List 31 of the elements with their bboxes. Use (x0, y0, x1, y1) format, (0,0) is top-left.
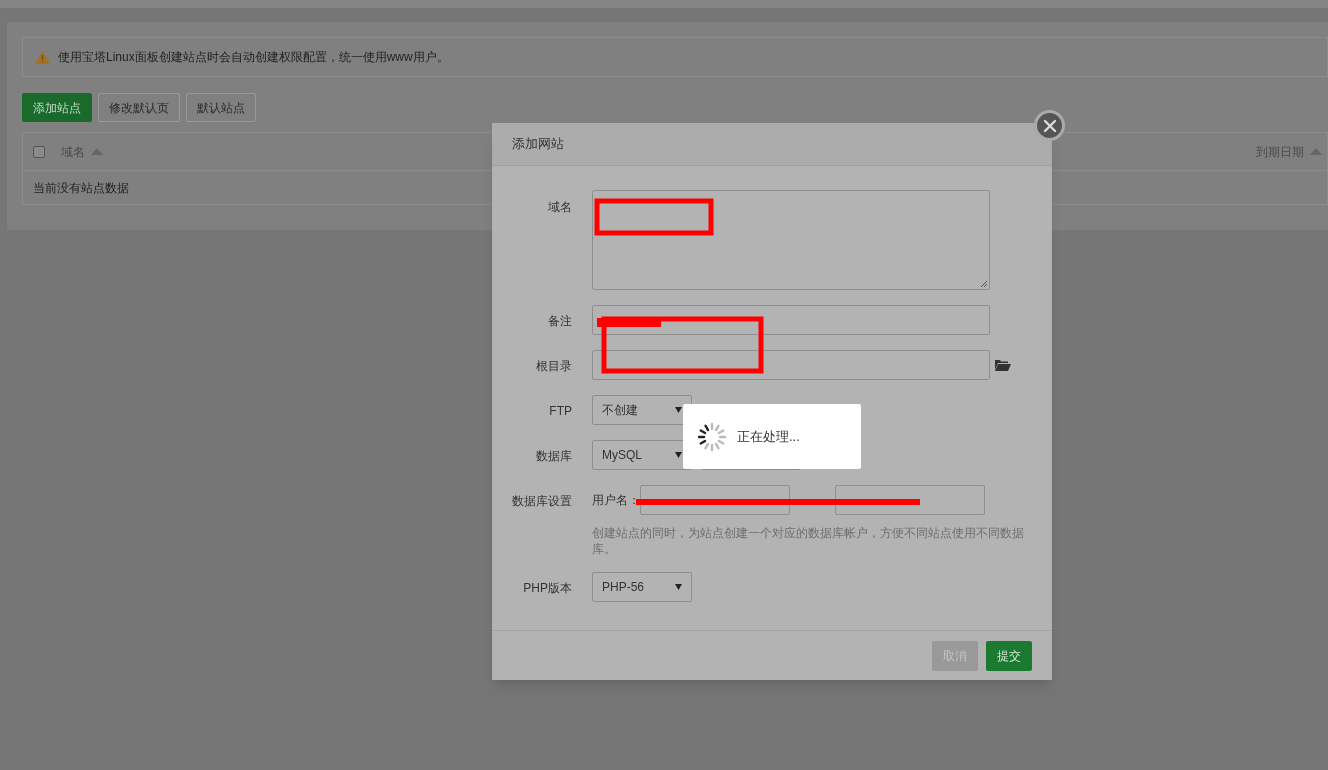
sort-arrow-icon[interactable] (91, 148, 103, 155)
field-label: 根目录 (536, 359, 572, 373)
field-label: 备注 (548, 314, 572, 328)
textarea-field[interactable] (592, 190, 990, 290)
loading-text: 正在处理... (737, 427, 800, 446)
dialog-title: 添加网站 (512, 135, 564, 154)
field-label: 数据库 (536, 449, 572, 463)
toolbar-button[interactable]: 修改默认页 (98, 93, 180, 122)
empty-message: 当前没有站点数据 (33, 179, 129, 197)
notice-text: 使用宝塔Linux面板创建站点时会自动创建权限配置，统一使用www用户。 (58, 49, 449, 66)
sort-arrow-icon[interactable] (1310, 148, 1322, 155)
input-field[interactable] (592, 350, 990, 380)
select-field[interactable]: PHP-56 (592, 572, 692, 602)
spinner-icon (697, 421, 727, 452)
warning-icon (35, 50, 50, 64)
caret-icon (675, 407, 682, 413)
select-field[interactable]: MySQL (592, 440, 692, 470)
caret-icon (675, 452, 682, 458)
field-label: 数据库设置 (512, 494, 572, 508)
field-label: PHP版本 (523, 581, 572, 595)
folder-icon[interactable] (995, 359, 1011, 371)
checkbox[interactable] (33, 145, 45, 158)
field-label: 用户名： (592, 492, 640, 509)
submit-button[interactable]: 提交 (986, 640, 1032, 671)
toolbar-button[interactable]: 默认站点 (186, 93, 256, 122)
field-label: 域名 (548, 200, 572, 214)
resize-grip-icon[interactable] (980, 280, 988, 288)
toolbar-button[interactable]: 添加站点 (22, 93, 92, 122)
caret-icon (675, 584, 682, 590)
select-field[interactable]: 不创建 (592, 395, 692, 425)
field-label: FTP (549, 404, 572, 418)
